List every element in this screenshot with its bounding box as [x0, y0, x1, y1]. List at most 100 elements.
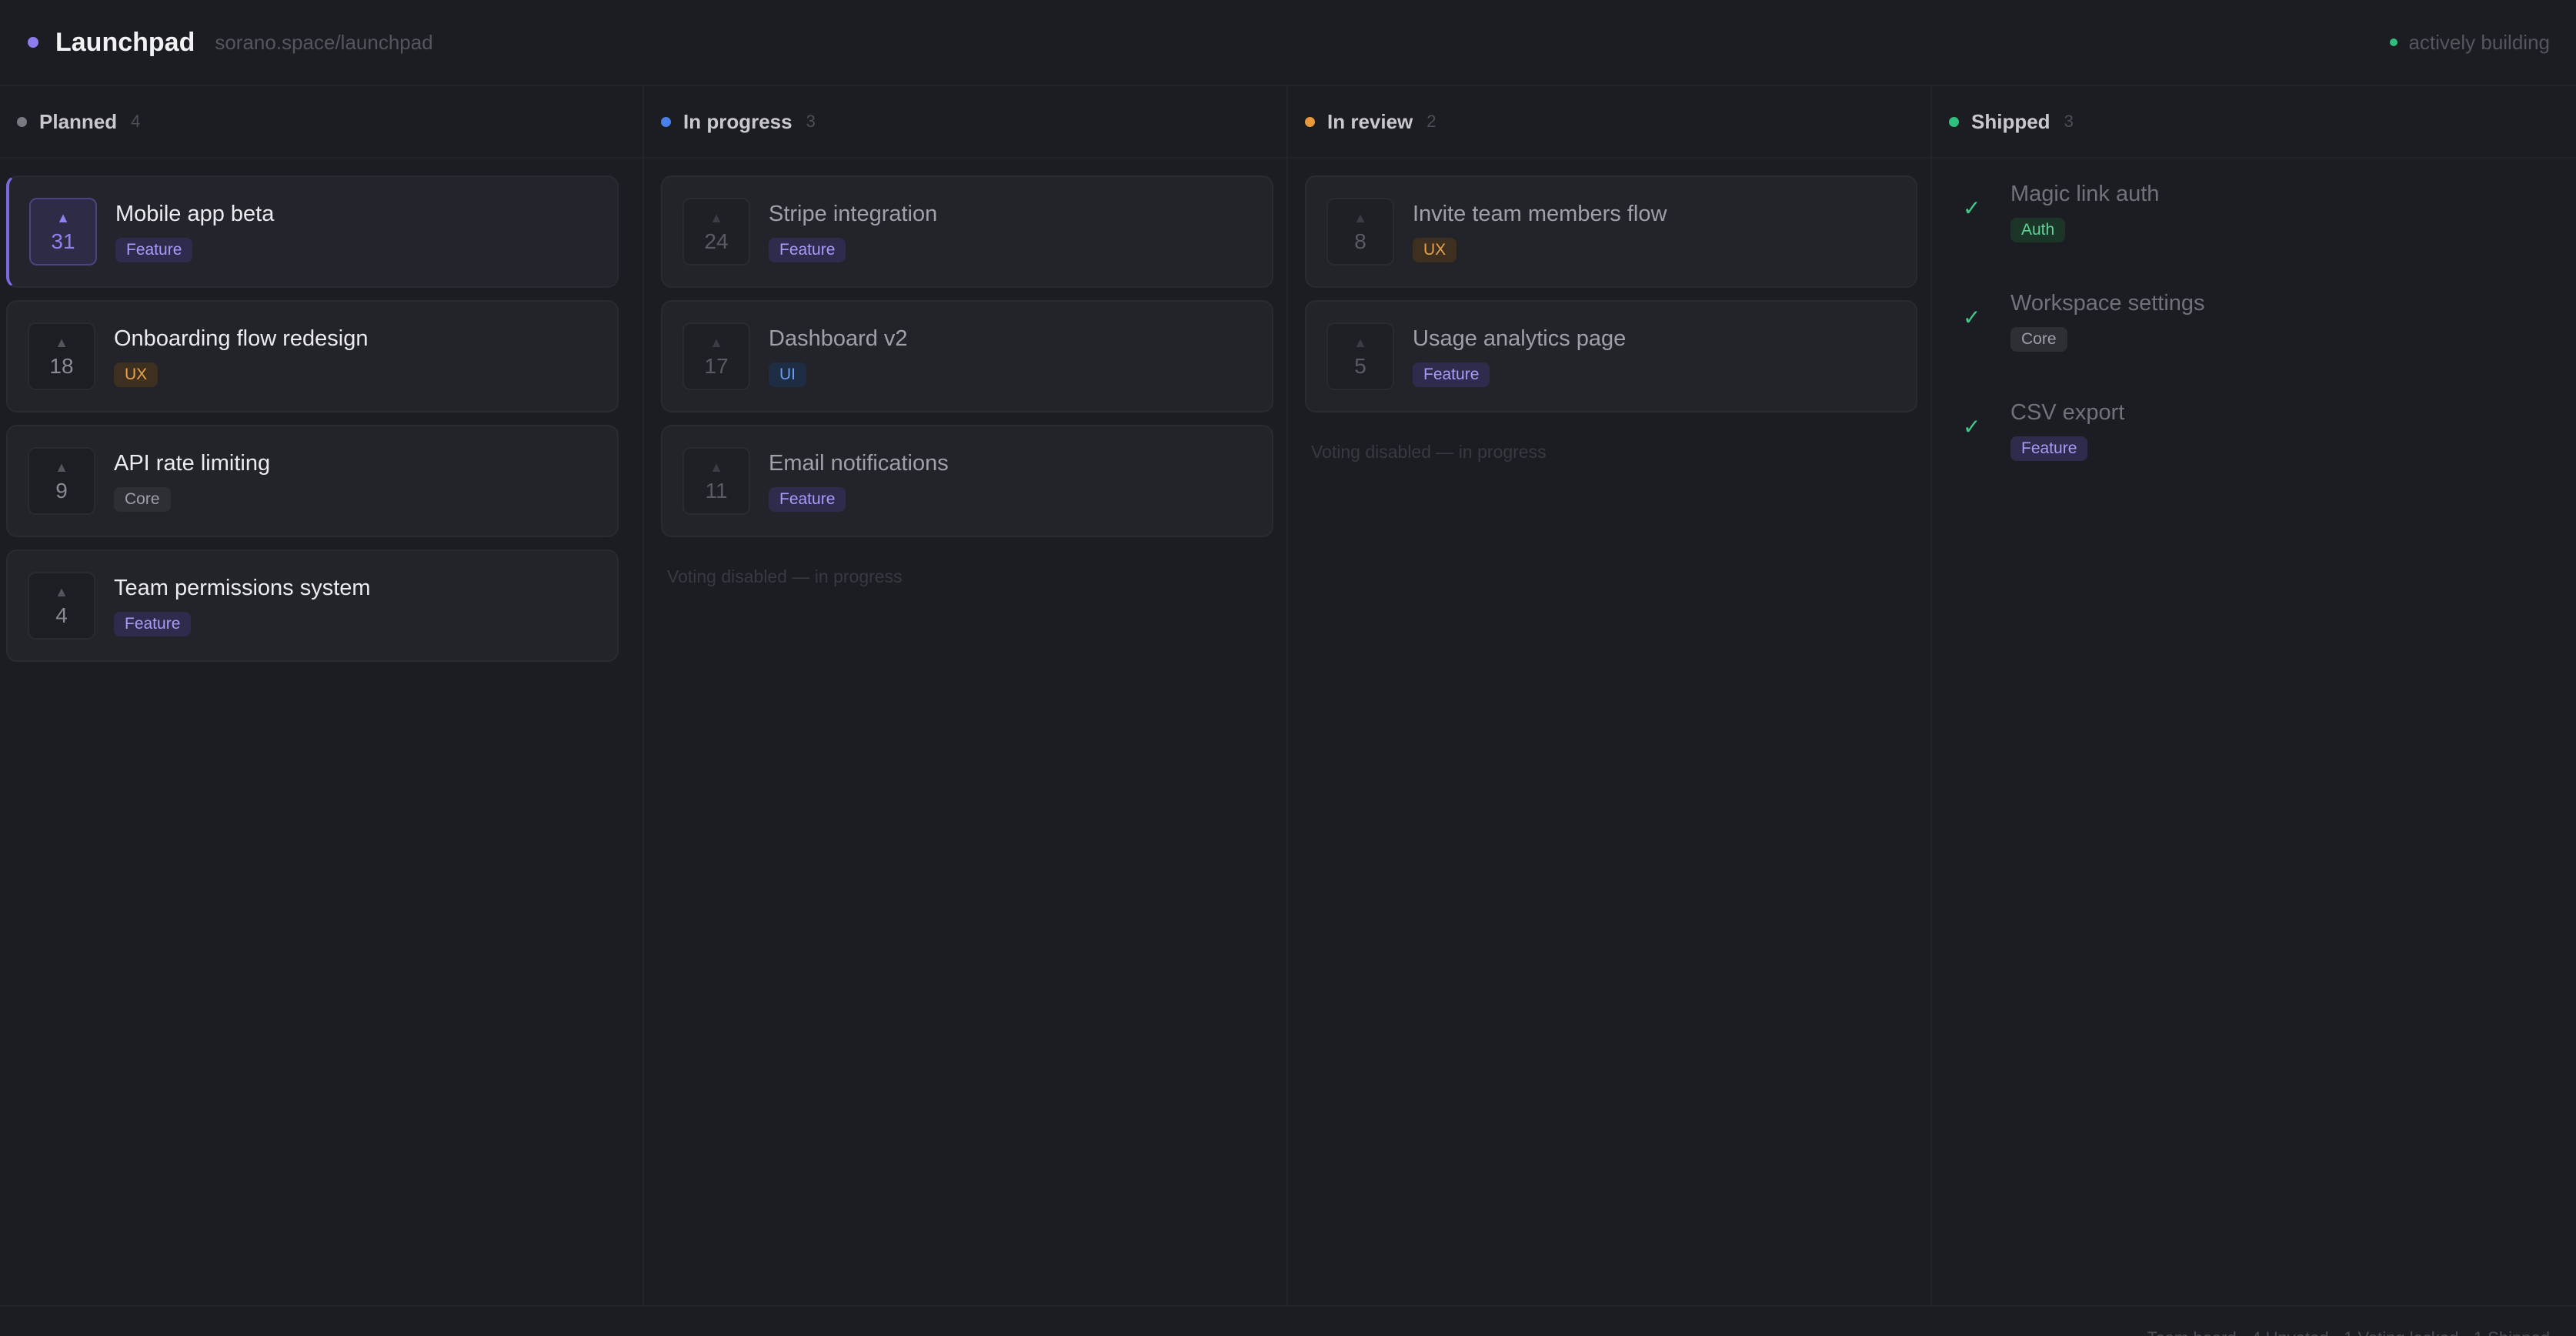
- upvote-button-disabled: ▲ 5: [1326, 322, 1394, 390]
- column-header: Shipped 3: [1932, 86, 2576, 159]
- upvote-arrow-icon: ▲: [56, 210, 70, 225]
- status-dot-icon: [1305, 116, 1315, 127]
- vote-count: 11: [705, 479, 728, 503]
- shipped-title: Workspace settings: [2010, 291, 2205, 316]
- card-body: Email notifications Feature: [769, 451, 949, 512]
- shipped-title: Magic link auth: [2010, 182, 2160, 206]
- tag-badge: Feature: [2010, 436, 2088, 461]
- shipped-title: CSV export: [2010, 400, 2125, 425]
- roadmap-card[interactable]: ▲ 24 Stripe integration Feature: [661, 175, 1273, 288]
- column-header: Planned 4: [0, 86, 642, 159]
- column-shipped: Shipped 3 ✓ Magic link auth Auth ✓ Works…: [1932, 86, 2576, 1305]
- upvote-arrow-icon: ▲: [709, 210, 723, 225]
- tag-badge: Feature: [114, 611, 192, 636]
- card-title: API rate limiting: [114, 450, 271, 476]
- column-title: In review: [1327, 109, 1413, 133]
- page-title: Launchpad: [55, 27, 195, 57]
- column-in-progress: In progress 3 ▲ 24 Stripe integration Fe…: [644, 86, 1288, 1305]
- status-dot-icon: [661, 116, 671, 127]
- upvote-button-disabled: ▲ 24: [682, 198, 750, 266]
- check-icon: ✓: [1963, 196, 1981, 220]
- upvote-button[interactable]: ▲ 4: [28, 572, 95, 640]
- upvote-button-disabled: ▲ 8: [1326, 198, 1394, 266]
- tag-badge: Feature: [1413, 362, 1490, 387]
- header: Launchpad sorano.space/launchpad activel…: [0, 0, 2576, 86]
- shipped-item[interactable]: ✓ Workspace settings Core: [1963, 291, 2559, 400]
- tag-badge: UI: [769, 362, 806, 387]
- column-title: Planned: [39, 109, 118, 133]
- vote-count: 5: [1354, 354, 1366, 378]
- brand-dot-icon: [28, 37, 38, 48]
- tag-badge: UX: [1413, 237, 1457, 262]
- roadmap-card[interactable]: ▲ 11 Email notifications Feature: [661, 425, 1273, 537]
- tag-badge: Feature: [769, 486, 846, 512]
- roadmap-card[interactable]: ▲ 18 Onboarding flow redesign UX: [6, 300, 619, 412]
- status-dot-icon: [1949, 116, 1959, 127]
- roadmap-card[interactable]: ▲ 5 Usage analytics page Feature: [1305, 300, 1917, 412]
- tag-badge: Feature: [115, 237, 193, 262]
- card-title: Dashboard v2: [769, 326, 908, 351]
- vote-count: 18: [49, 354, 74, 378]
- build-status: actively building: [2390, 0, 2550, 85]
- column-title: Shipped: [1971, 109, 2050, 133]
- footer-summary: Team board · 4 Upvoted · 1 Voting locked…: [2147, 1328, 2550, 1336]
- board-url: sorano.space/launchpad: [215, 30, 433, 54]
- card-body: Usage analytics page Feature: [1413, 326, 1626, 387]
- upvote-arrow-icon: ▲: [55, 459, 68, 475]
- upvote-arrow-icon: ▲: [55, 584, 68, 600]
- app-root: Launchpad sorano.space/launchpad activel…: [0, 0, 2576, 1336]
- footer: Team board · 4 Upvoted · 1 Voting locked…: [0, 1305, 2576, 1336]
- check-icon: ✓: [1963, 415, 1981, 439]
- card-body: Stripe integration Feature: [769, 202, 937, 262]
- vote-count: 24: [704, 229, 729, 253]
- card-body: Dashboard v2 UI: [769, 326, 908, 387]
- column-header: In progress 3: [644, 86, 1286, 159]
- card-list: ▲ 24 Stripe integration Feature ▲ 17 Das…: [644, 159, 1286, 587]
- upvote-button[interactable]: ▲ 18: [28, 322, 95, 390]
- card-title: Usage analytics page: [1413, 326, 1627, 351]
- column-count: 4: [131, 112, 141, 131]
- voting-disabled-note: Voting disabled — in progress: [1311, 442, 1547, 462]
- column-in-review: In review 2 ▲ 8 Invite team members flow…: [1288, 86, 1932, 1305]
- card-body: Onboarding flow redesign UX: [114, 326, 368, 387]
- card-body: Magic link auth Auth: [2010, 182, 2159, 242]
- card-title: Mobile app beta: [115, 201, 275, 226]
- tag-badge: Core: [2010, 327, 2067, 352]
- upvote-arrow-icon: ▲: [1353, 210, 1367, 225]
- status-dot-icon: [17, 116, 27, 127]
- card-title: Stripe integration: [769, 201, 938, 226]
- tag-badge: UX: [114, 362, 158, 387]
- shipped-item[interactable]: ✓ Magic link auth Auth: [1963, 182, 2559, 291]
- card-body: Mobile app beta Feature: [115, 202, 274, 262]
- card-title: Email notifications: [769, 450, 949, 476]
- roadmap-card[interactable]: ▲ 8 Invite team members flow UX: [1305, 175, 1917, 288]
- upvote-button-disabled: ▲ 17: [682, 322, 750, 390]
- vote-count: 9: [55, 479, 68, 503]
- roadmap-card[interactable]: ▲ 31 Mobile app beta Feature: [6, 175, 619, 288]
- upvote-button[interactable]: ▲ 9: [28, 447, 95, 515]
- column-title: In progress: [683, 109, 792, 133]
- card-body: Team permissions system Feature: [114, 576, 371, 636]
- card-list: ▲ 8 Invite team members flow UX ▲ 5 Usag…: [1288, 159, 1930, 463]
- roadmap-card[interactable]: ▲ 4 Team permissions system Feature: [6, 549, 619, 662]
- tag-badge: Feature: [769, 237, 846, 262]
- check-icon: ✓: [1963, 306, 1981, 329]
- shipped-item[interactable]: ✓ CSV export Feature: [1963, 400, 2559, 509]
- upvote-arrow-icon: ▲: [709, 459, 723, 475]
- voting-disabled-note: Voting disabled — in progress: [667, 566, 903, 586]
- tag-badge: Auth: [2010, 218, 2066, 242]
- tag-badge: Core: [114, 486, 171, 512]
- vote-count: 4: [55, 603, 68, 627]
- card-title: Team permissions system: [114, 575, 371, 600]
- upvote-button-disabled: ▲ 11: [682, 447, 750, 515]
- roadmap-card[interactable]: ▲ 17 Dashboard v2 UI: [661, 300, 1273, 412]
- roadmap-board: Planned 4 ▲ 31 Mobile app beta Feature ▲…: [0, 86, 2576, 1305]
- card-body: Invite team members flow UX: [1413, 202, 1667, 262]
- card-title: Onboarding flow redesign: [114, 326, 369, 351]
- roadmap-card[interactable]: ▲ 9 API rate limiting Core: [6, 425, 619, 537]
- column-count: 3: [806, 112, 816, 131]
- upvote-button[interactable]: ▲ 31: [29, 198, 97, 266]
- column-count: 2: [1426, 112, 1436, 131]
- card-list: ▲ 31 Mobile app beta Feature ▲ 18 Onboar…: [0, 159, 642, 662]
- card-body: CSV export Feature: [2010, 400, 2124, 461]
